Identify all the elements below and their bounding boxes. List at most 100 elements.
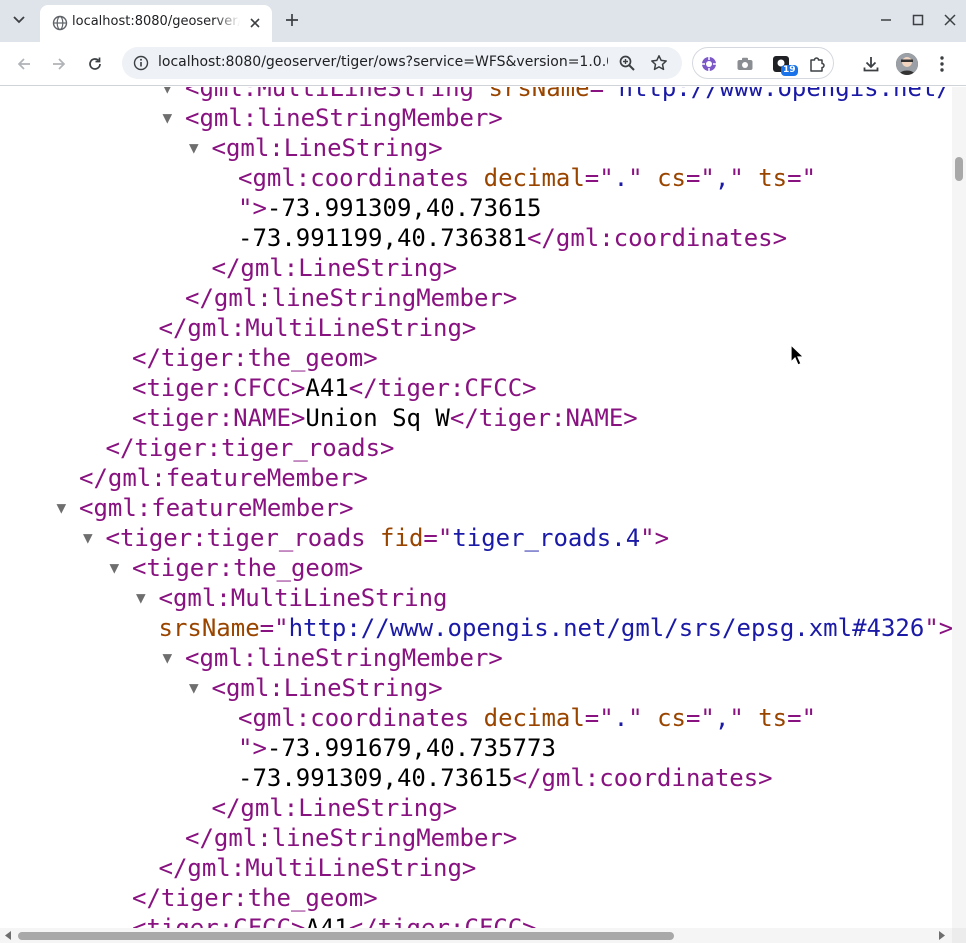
new-tab-button[interactable] — [282, 10, 302, 30]
xml-line-text: <tiger:CFCC>A41</tiger:CFCC> — [132, 913, 537, 928]
xml-line-text: <gml:coordinates decimal="." cs="," ts=" — [238, 703, 816, 733]
xml-token: </gml:MultiLineString> — [158, 314, 477, 342]
mouse-cursor-icon — [790, 344, 804, 366]
xml-line-text: <tiger:the_geom> — [132, 553, 363, 583]
xml-token: -73.991309,40.73615 — [266, 194, 542, 222]
xml-line-text: </gml:MultiLineString> — [159, 313, 477, 343]
zoom-icon[interactable] — [618, 54, 636, 72]
minimize-icon — [881, 19, 891, 21]
vertical-scroll-thumb[interactable] — [955, 157, 963, 181]
xml-viewer: ▼ <gml:MultiLineString srsName="http://ww… — [0, 87, 952, 928]
close-icon — [250, 18, 260, 28]
xml-line-text: </tiger:the_geom> — [132, 883, 378, 913]
xml-token: </gml:MultiLineString> — [158, 854, 477, 882]
url-text[interactable]: localhost:8080/geoserver/tiger/ows?servi… — [158, 54, 608, 70]
browser-tab[interactable]: localhost:8080/geoserver/tiger/ows — [40, 5, 272, 42]
xml-token: </gml:featureMember> — [79, 464, 368, 492]
collapse-toggle-icon[interactable]: ▼ — [57, 493, 67, 523]
avatar[interactable] — [896, 53, 918, 75]
xml-token: -73.991309,40.73615 — [238, 764, 513, 792]
reload-icon — [89, 57, 101, 70]
xml-token: , — [714, 164, 730, 192]
tab-close-button[interactable] — [246, 14, 264, 32]
browser-menu-button[interactable] — [932, 53, 952, 75]
xml-token: <gml:lineStringMember> — [185, 104, 503, 132]
extension-badge: 19 — [781, 65, 798, 76]
xml-token: <tiger:tiger_roads — [105, 524, 381, 552]
camera-icon — [737, 57, 753, 70]
collapse-toggle-icon[interactable]: ▼ — [163, 103, 173, 133]
collapse-toggle-icon[interactable]: ▼ — [163, 87, 173, 103]
xml-token: =" — [787, 164, 817, 192]
address-bar[interactable]: localhost:8080/geoserver/tiger/ows?servi… — [122, 47, 682, 79]
profile-picture — [896, 53, 918, 75]
xml-token: =" — [685, 704, 715, 732]
download-icon — [863, 57, 879, 72]
xml-token: <gml:MultiLineString — [158, 584, 448, 612]
horizontal-scroll-thumb[interactable] — [18, 932, 674, 940]
xml-token: " — [729, 164, 759, 192]
collapse-toggle-icon[interactable]: ▼ — [83, 523, 93, 553]
gear-extension-button[interactable] — [699, 54, 719, 74]
xml-line-text: ">-73.991309,40.73615 — [238, 193, 541, 223]
xml-token: </tiger:NAME> — [449, 404, 638, 432]
xml-token: <gml:coordinates — [238, 164, 484, 192]
scroll-right-icon[interactable] — [938, 931, 946, 940]
xml-token: . — [613, 164, 629, 192]
horizontal-scrollbar[interactable] — [0, 928, 952, 943]
reload-button[interactable] — [83, 52, 107, 76]
collapse-toggle-icon[interactable]: ▼ — [189, 673, 199, 703]
downloads-button[interactable] — [860, 53, 882, 75]
collapse-toggle-icon[interactable]: ▼ — [189, 133, 199, 163]
xml-token: </gml:LineString> — [211, 254, 458, 282]
extensions-group: 19 — [692, 47, 834, 79]
collapse-toggle-icon[interactable]: ▼ — [163, 643, 173, 673]
minimize-button[interactable] — [876, 10, 896, 30]
browser-toolbar: localhost:8080/geoserver/tiger/ows?servi… — [0, 42, 966, 86]
scroll-left-icon[interactable] — [4, 931, 12, 940]
kebab-menu-icon — [940, 56, 944, 72]
maximize-button[interactable] — [908, 10, 928, 30]
xml-token: http://www.opengis.net/gml/srs/epsg.xml#… — [618, 87, 953, 102]
tab-title: localhost:8080/geoserver/tiger/ows — [72, 14, 240, 29]
xml-token: </gml:LineString> — [211, 794, 458, 822]
xml-token: =" — [584, 704, 614, 732]
star-icon[interactable] — [650, 54, 668, 72]
xml-token: </tiger:the_geom> — [132, 344, 378, 372]
back-button[interactable] — [12, 52, 36, 76]
forward-button[interactable] — [47, 52, 71, 76]
xml-line-text: <gml:LineString> — [212, 133, 443, 163]
xml-token: " — [628, 164, 658, 192]
xml-token: tiger_roads.4 — [452, 524, 641, 552]
xml-token: <tiger:CFCC> — [132, 374, 306, 402]
xml-token: </tiger:the_geom> — [132, 884, 378, 912]
xml-token: decimal — [483, 704, 585, 732]
xml-line-text: srsName="http://www.opengis.net/gml/srs/… — [159, 613, 953, 643]
info-icon[interactable] — [133, 55, 149, 71]
xml-token: <gml:coordinates — [238, 704, 484, 732]
tab-list-icon — [13, 16, 25, 24]
xml-line-text: -73.991309,40.73615</gml:coordinates> — [238, 763, 773, 793]
xml-line-text: -73.991199,40.736381</gml:coordinates> — [238, 223, 787, 253]
extensions-button[interactable] — [807, 54, 827, 74]
xml-token: , — [714, 704, 730, 732]
xml-token: </tiger:CFCC> — [348, 374, 537, 402]
scrollbar-corner — [952, 928, 966, 943]
vertical-scrollbar[interactable] — [952, 87, 966, 928]
screenshot-extension-button[interactable] — [735, 54, 755, 74]
xml-line-text: </tiger:the_geom> — [132, 343, 378, 373]
xml-line-text: <gml:MultiLineString — [159, 583, 448, 613]
close-window-button[interactable] — [940, 10, 960, 30]
xml-token: cs — [657, 164, 686, 192]
xml-token: =" — [423, 524, 453, 552]
tab-list-button[interactable] — [6, 8, 32, 32]
xml-token: <gml:LineString> — [211, 134, 443, 162]
maximize-icon — [912, 14, 924, 26]
xml-token: </gml:lineStringMember> — [185, 284, 518, 312]
collapse-toggle-icon[interactable]: ▼ — [110, 553, 120, 583]
xml-token: decimal — [483, 164, 585, 192]
back-icon — [17, 58, 30, 70]
xml-line-text: <gml:LineString> — [212, 673, 443, 703]
collapse-toggle-icon[interactable]: ▼ — [136, 583, 146, 613]
xml-line-text: </gml:lineStringMember> — [185, 283, 517, 313]
